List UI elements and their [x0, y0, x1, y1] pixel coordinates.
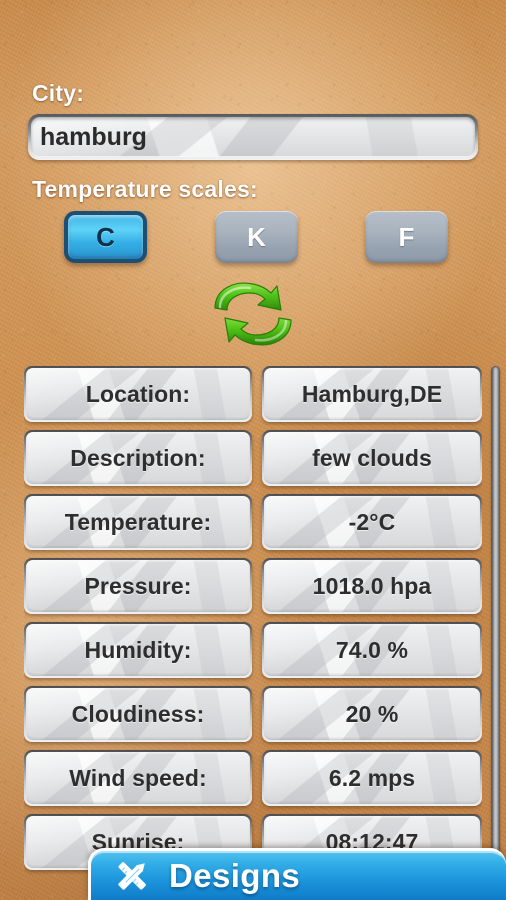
- table-row: Wind speed: 6.2 mps: [24, 750, 482, 806]
- row-label-inner: Cloudiness:: [26, 688, 250, 740]
- row-label-cell: Cloudiness:: [24, 686, 252, 742]
- table-row: Humidity: 74.0 %: [24, 622, 482, 678]
- table-row: Cloudiness: 20 %: [24, 686, 482, 742]
- row-label-inner: Temperature:: [26, 496, 250, 548]
- row-value-cell: 20 %: [262, 686, 482, 742]
- row-value-cell: -2°C: [262, 494, 482, 550]
- row-label-text: Humidity:: [84, 636, 192, 663]
- row-value-inner: 6.2 mps: [264, 752, 480, 804]
- row-label-text: Location:: [85, 380, 191, 407]
- weather-data-table[interactable]: Location: Hamburg,DE Description: few cl…: [24, 366, 482, 878]
- row-value-cell: Hamburg,DE: [262, 366, 482, 422]
- row-value-cell: few clouds: [262, 430, 482, 486]
- table-row: Location: Hamburg,DE: [24, 366, 482, 422]
- row-label-text: Wind speed:: [69, 764, 207, 791]
- row-value-inner: Hamburg,DE: [264, 368, 480, 420]
- designs-banner-title: Designs: [169, 856, 301, 894]
- row-label-cell: Humidity:: [24, 622, 252, 678]
- city-input[interactable]: [31, 117, 475, 157]
- row-label-cell: Temperature:: [24, 494, 252, 550]
- table-row: Description: few clouds: [24, 430, 482, 486]
- row-value-text: 6.2 mps: [328, 764, 416, 791]
- weather-app-screen: City: Temperature scales: C K F: [0, 0, 506, 900]
- row-value-inner: 74.0 %: [264, 624, 480, 676]
- refresh-button[interactable]: [203, 274, 303, 354]
- vertical-scrollbar[interactable]: [491, 366, 500, 866]
- row-value-inner: -2°C: [264, 496, 480, 548]
- scale-button-kelvin[interactable]: K: [215, 211, 298, 263]
- row-value-text: Hamburg,DE: [301, 380, 443, 407]
- row-label-cell: Pressure:: [24, 558, 252, 614]
- table-row: Pressure: 1018.0 hpa: [24, 558, 482, 614]
- row-label-inner: Wind speed:: [26, 752, 250, 804]
- row-label-inner: Description:: [26, 432, 250, 484]
- row-value-inner: 20 %: [264, 688, 480, 740]
- scale-button-fahrenheit[interactable]: F: [365, 211, 448, 263]
- city-label: City:: [32, 80, 85, 106]
- scale-button-celsius[interactable]: C: [64, 211, 147, 263]
- row-value-cell: 74.0 %: [262, 622, 482, 678]
- row-value-inner: 1018.0 hpa: [264, 560, 480, 612]
- row-label-cell: Description:: [24, 430, 252, 486]
- row-value-inner: few clouds: [264, 432, 480, 484]
- designs-banner[interactable]: Designs: [88, 848, 506, 900]
- row-value-text: 1018.0 hpa: [312, 572, 432, 599]
- row-label-cell: Location:: [24, 366, 252, 422]
- row-label-cell: Wind speed:: [24, 750, 252, 806]
- row-label-text: Description:: [70, 444, 206, 471]
- row-label-text: Pressure:: [84, 572, 192, 599]
- refresh-sync-icon: [214, 282, 292, 346]
- row-value-text: -2°C: [348, 508, 396, 535]
- row-label-inner: Humidity:: [26, 624, 250, 676]
- row-value-cell: 6.2 mps: [262, 750, 482, 806]
- city-input-frame: [28, 114, 478, 160]
- row-value-text: 20 %: [345, 700, 399, 727]
- table-row: Temperature: -2°C: [24, 494, 482, 550]
- row-label-text: Temperature:: [64, 508, 212, 535]
- row-label-inner: Pressure:: [26, 560, 250, 612]
- temperature-scales-label: Temperature scales:: [32, 176, 258, 202]
- row-value-cell: 1018.0 hpa: [262, 558, 482, 614]
- pencil-ruler-icon: [105, 853, 159, 899]
- row-label-inner: Location:: [26, 368, 250, 420]
- row-value-text: 74.0 %: [335, 636, 409, 663]
- row-value-text: few clouds: [312, 444, 432, 471]
- row-label-text: Cloudiness:: [71, 700, 205, 727]
